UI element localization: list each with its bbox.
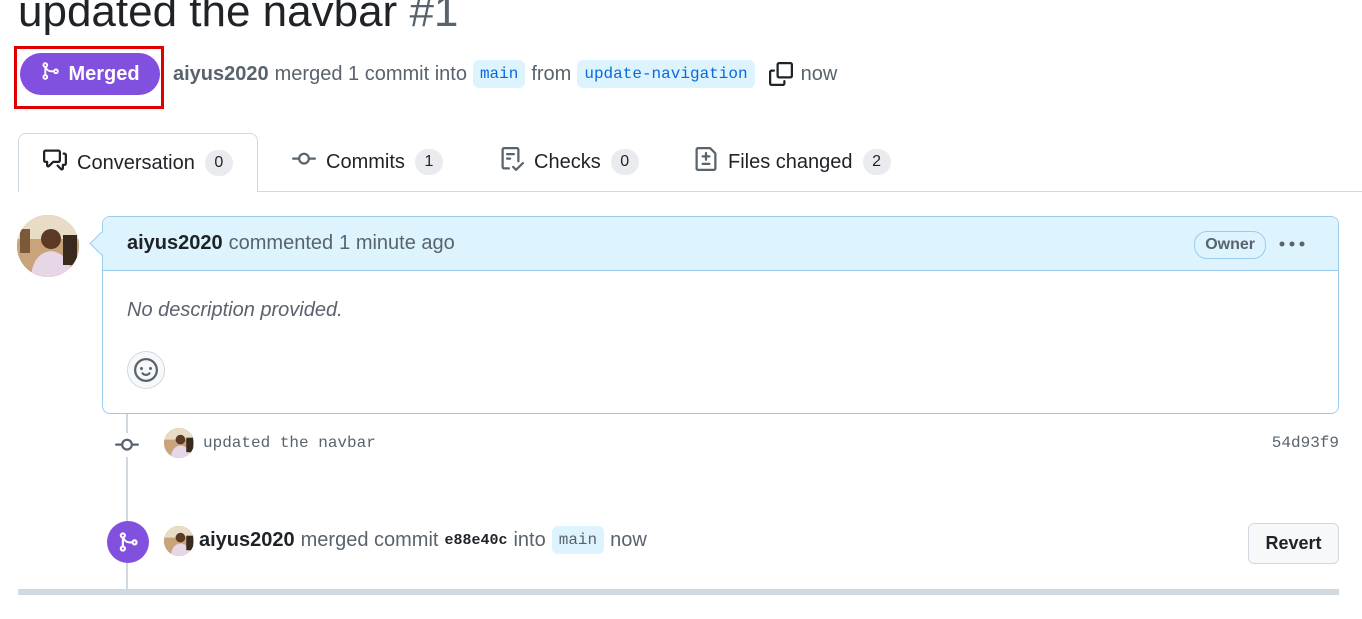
git-commit-icon xyxy=(292,147,316,177)
merge-into-text: into xyxy=(513,528,546,551)
avatar[interactable] xyxy=(17,215,79,277)
merge-sha-link[interactable]: e88e40c xyxy=(444,532,507,549)
comment-box: aiyus2020 commented 1 minute ago Owner N… xyxy=(102,216,1339,414)
git-merge-icon xyxy=(40,61,60,87)
tab-checks-label: Checks xyxy=(534,150,601,173)
commit-sha-link[interactable]: 54d93f9 xyxy=(1272,434,1339,452)
tab-conversation-count: 0 xyxy=(204,150,233,176)
avatar[interactable] xyxy=(164,526,194,556)
comment-action: commented xyxy=(228,232,334,254)
copy-icon[interactable] xyxy=(767,60,795,88)
from-text: from xyxy=(531,62,572,85)
merge-time[interactable]: now xyxy=(610,529,647,552)
merged-text: merged 1 commit into xyxy=(274,62,467,85)
tab-commits-count: 1 xyxy=(414,149,443,175)
pr-author-link[interactable]: aiyus2020 xyxy=(173,63,269,86)
checklist-icon xyxy=(500,147,525,177)
merged-label: Merged xyxy=(68,62,140,85)
commit-message-link[interactable]: updated the navbar xyxy=(203,434,376,452)
comment-time[interactable]: 1 minute ago xyxy=(339,232,455,255)
pr-time: now xyxy=(800,62,838,85)
comment-body: No description provided. xyxy=(127,299,343,321)
timeline-end-divider xyxy=(18,589,1339,595)
merge-event: aiyus2020 merged commit e88e40c into mai… xyxy=(199,524,647,556)
head-branch[interactable]: update-navigation xyxy=(577,60,755,88)
base-branch[interactable]: main xyxy=(472,60,526,88)
comment-author-link[interactable]: aiyus2020 xyxy=(127,232,223,255)
git-commit-icon xyxy=(114,433,140,457)
merge-author-link[interactable]: aiyus2020 xyxy=(199,529,295,552)
file-diff-icon xyxy=(694,147,718,177)
pr-status-line: aiyus2020 merged 1 commit into main from… xyxy=(173,58,837,90)
comment-discussion-icon xyxy=(43,148,67,178)
comment-header: aiyus2020 commented 1 minute ago Owner xyxy=(103,217,1338,271)
revert-button[interactable]: Revert xyxy=(1248,523,1339,564)
tab-files-changed[interactable]: Files changed 2 xyxy=(694,133,891,191)
pr-number: #1 xyxy=(409,0,459,36)
kebab-horizontal-icon[interactable] xyxy=(1274,229,1310,259)
tab-conversation-label: Conversation xyxy=(77,151,195,174)
tab-commits[interactable]: Commits 1 xyxy=(292,133,443,191)
merge-branch[interactable]: main xyxy=(551,526,605,554)
owner-badge: Owner xyxy=(1194,231,1266,259)
pr-title: updated the navbar #1 xyxy=(18,0,458,38)
git-merge-icon xyxy=(107,521,149,563)
tab-checks[interactable]: Checks 0 xyxy=(500,133,639,191)
pr-title-text: updated the navbar xyxy=(18,0,398,36)
tab-conversation[interactable]: Conversation 0 xyxy=(18,133,258,192)
tab-checks-count: 0 xyxy=(610,149,639,175)
tab-files-changed-count: 2 xyxy=(862,149,891,175)
avatar[interactable] xyxy=(164,428,194,458)
tab-commits-label: Commits xyxy=(326,150,405,173)
merged-status-badge: Merged xyxy=(20,53,160,95)
smiley-icon[interactable] xyxy=(127,351,165,389)
tab-files-changed-label: Files changed xyxy=(728,150,853,173)
merge-action: merged commit xyxy=(300,528,439,551)
